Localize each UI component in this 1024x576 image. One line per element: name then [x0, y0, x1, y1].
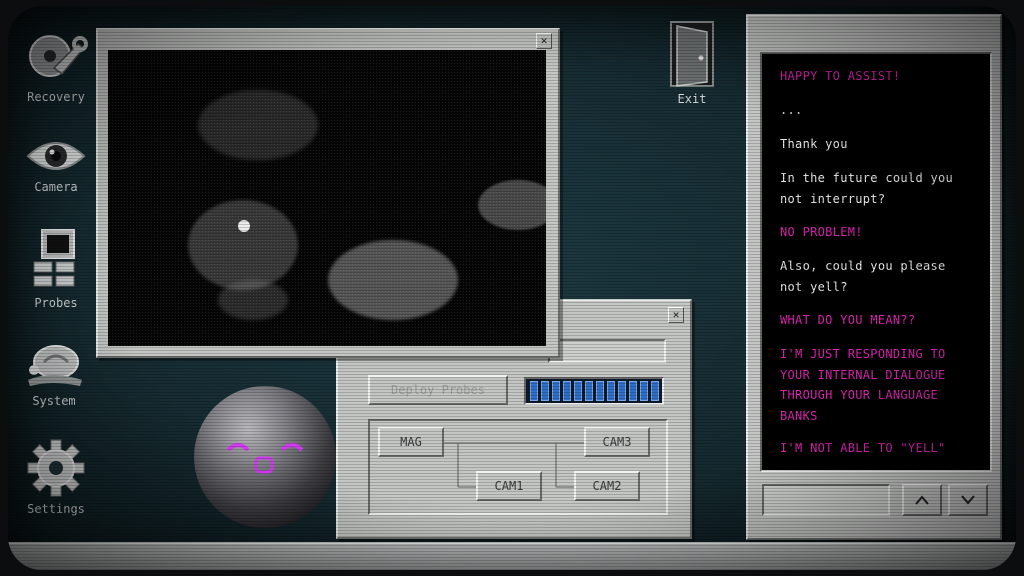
progress-segment — [607, 381, 615, 401]
crt-screen: Recovery Camera Probes System Settings E… — [8, 6, 1016, 570]
node-cam1-label: CAM1 — [494, 479, 524, 493]
progress-segment — [574, 381, 582, 401]
chat-message: Also, could you please not yell? — [780, 259, 946, 294]
desktop-icon-label: System — [32, 394, 76, 408]
node-mag-button[interactable]: MAG — [378, 427, 444, 457]
chat-message: NO PROBLEM! — [780, 225, 863, 239]
scroll-up-button[interactable] — [902, 484, 942, 516]
smiling-face-icon — [226, 443, 304, 474]
progress-segment — [563, 381, 571, 401]
chevron-down-icon — [961, 495, 975, 505]
snail-system-icon — [28, 345, 82, 386]
desktop-icon-probes[interactable]: Probes — [16, 228, 96, 310]
desktop-icon-label: Camera — [34, 180, 78, 194]
desktop-icon-label: Recovery — [27, 90, 85, 104]
gear-icon — [27, 439, 85, 497]
desktop-icon-exit[interactable]: Exit — [652, 20, 732, 106]
chat-message: Thank you — [780, 137, 848, 151]
progress-segment — [629, 381, 637, 401]
desktop-icon-system[interactable]: System — [14, 340, 94, 408]
progress-fill — [530, 381, 662, 405]
progress-segment — [530, 381, 538, 401]
progress-segment — [651, 381, 659, 401]
progress-segment — [541, 381, 549, 401]
desktop-icon-recovery[interactable]: Recovery — [16, 28, 96, 104]
close-button[interactable]: ✕ — [536, 33, 552, 49]
chat-message: ... — [780, 103, 803, 117]
desktop-icon-label: Probes — [34, 296, 78, 310]
node-cam3-label: CAM3 — [602, 435, 632, 449]
camera-feed — [108, 50, 546, 346]
eye-icon — [26, 142, 86, 170]
close-icon: ✕ — [672, 308, 680, 321]
progress-segment — [552, 381, 560, 401]
progress-segment — [585, 381, 593, 401]
deploy-probes-label: Deploy Probes — [391, 383, 485, 397]
chat-message: WHAT DO YOU MEAN?? — [780, 313, 916, 327]
feed-dither — [108, 50, 546, 346]
desktop-icon-label: Settings — [27, 502, 85, 516]
progress-segment — [618, 381, 626, 401]
node-cam1-button[interactable]: CAM1 — [476, 471, 542, 501]
desktop-icon-label: Exit — [677, 92, 707, 106]
wrench-disc-icon — [29, 35, 88, 77]
door-icon — [670, 21, 714, 87]
progress-segment — [596, 381, 604, 401]
close-button[interactable]: ✕ — [668, 307, 684, 323]
desktop-icon-camera[interactable]: Camera — [16, 136, 96, 194]
deploy-progress-bar — [524, 377, 664, 405]
node-mag-label: MAG — [400, 435, 422, 449]
chat-message: HAPPY TO ASSIST! — [780, 69, 901, 83]
chat-message: In the future could you not interrupt? — [780, 171, 954, 206]
chat-message: I'M JUST RESPONDING TO YOUR INTERNAL DIA… — [780, 347, 946, 423]
scroll-down-button[interactable] — [948, 484, 988, 516]
probes-title-field: ! — [548, 339, 666, 363]
node-cam3-button[interactable]: CAM3 — [584, 427, 650, 457]
node-cam2-label: CAM2 — [592, 479, 622, 493]
bottom-bar — [8, 542, 1016, 570]
chat-message: I'M NOT ABLE TO "YELL" — [780, 441, 946, 455]
desktop-icon-settings[interactable]: Settings — [16, 438, 96, 516]
chevron-up-icon — [915, 495, 929, 505]
node-cam2-button[interactable]: CAM2 — [574, 471, 640, 501]
chat-log: HAPPY TO ASSIST!... Thank you In the futur… — [760, 52, 992, 472]
assistant-bot-face[interactable] — [194, 386, 336, 528]
close-icon: ✕ — [540, 34, 548, 47]
camera-window: ✕ — [96, 28, 560, 358]
probes-icon — [33, 229, 75, 287]
deploy-probes-button[interactable]: Deploy Probes — [368, 375, 508, 405]
progress-segment — [640, 381, 648, 401]
chat-input[interactable] — [762, 484, 890, 516]
chat-window: HAPPY TO ASSIST!... Thank you In the futur… — [746, 14, 1002, 540]
probe-network-panel: MAG CAM3 CAM1 CAM2 — [368, 419, 668, 515]
